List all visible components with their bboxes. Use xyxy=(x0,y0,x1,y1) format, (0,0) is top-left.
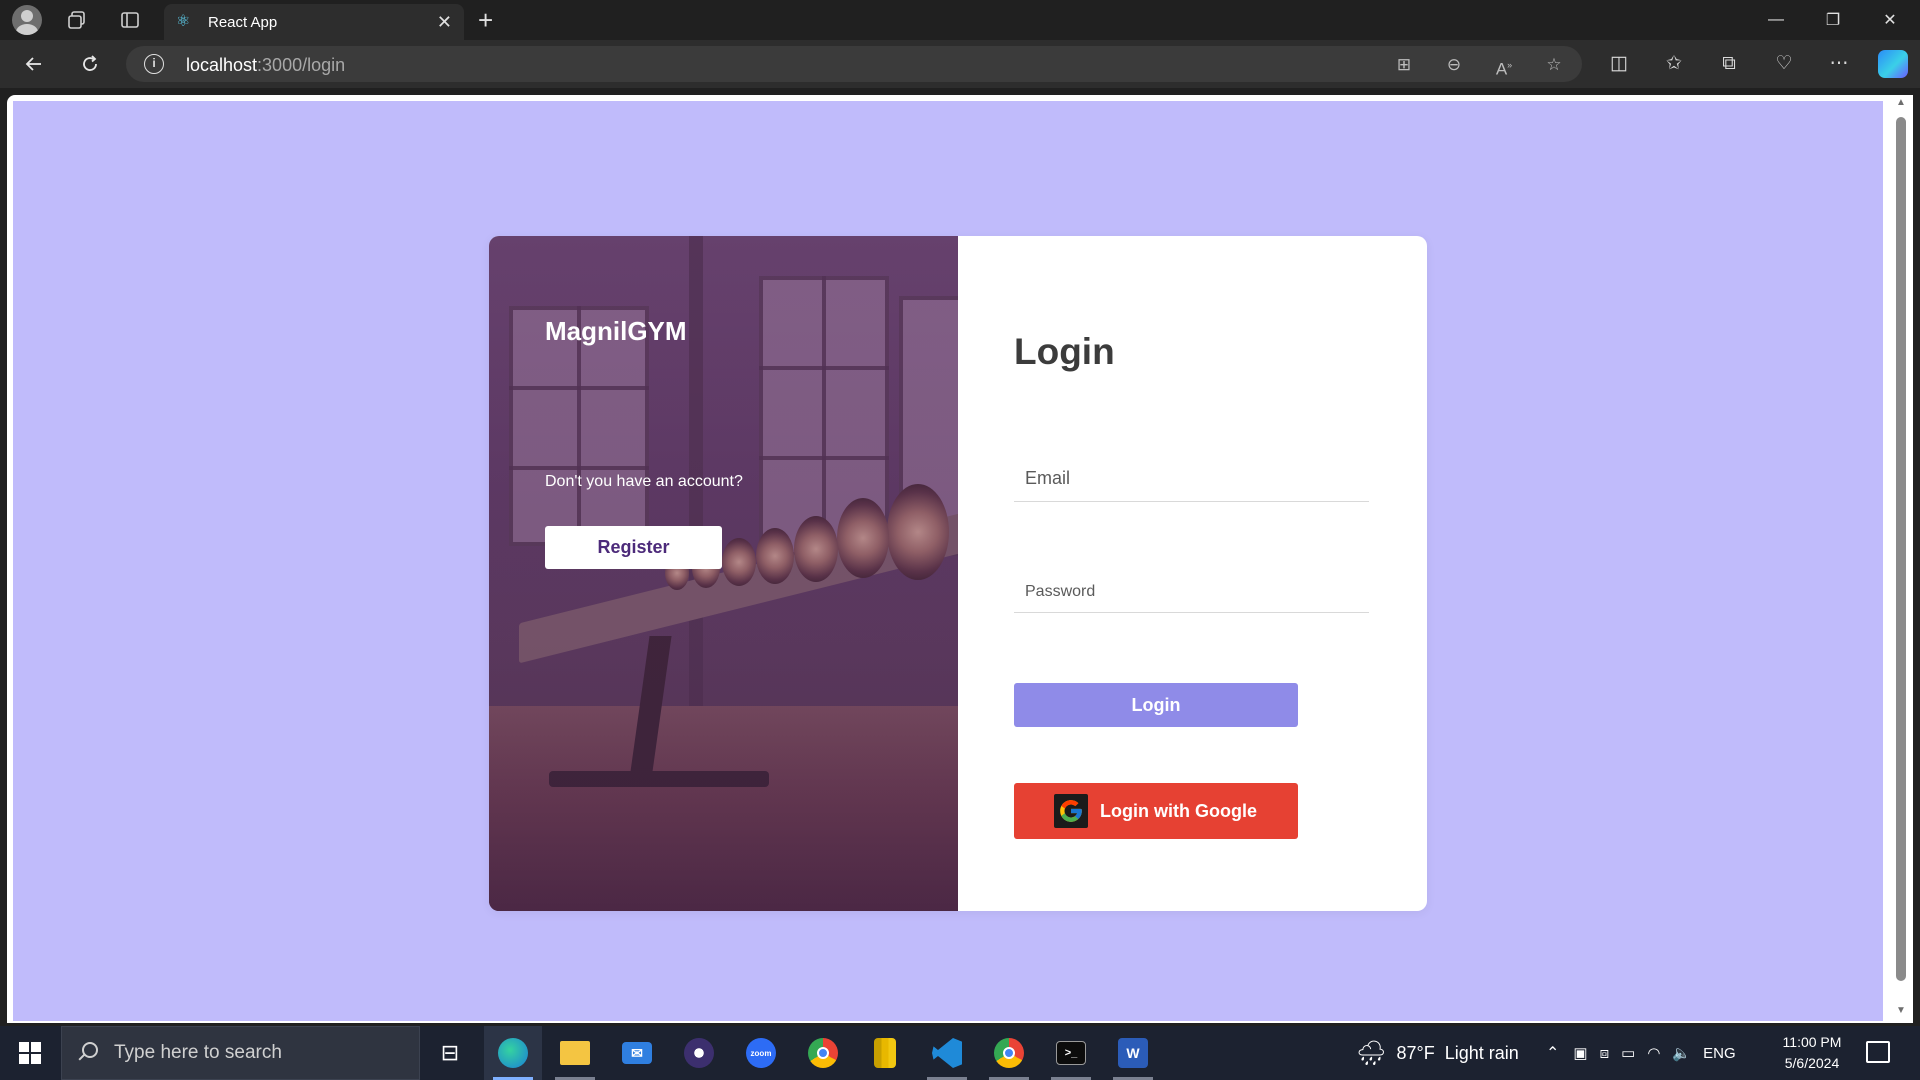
page-background: MagnilGYM Don't you have an account? Reg… xyxy=(13,101,1883,1021)
vertical-tabs-icon[interactable] xyxy=(115,5,145,35)
copilot-icon[interactable] xyxy=(1878,50,1908,78)
file-explorer-icon[interactable] xyxy=(546,1026,604,1080)
email-field[interactable] xyxy=(1014,456,1369,502)
clock[interactable]: 11:00 PM 5/6/2024 xyxy=(1776,1032,1848,1074)
site-info-icon[interactable]: i xyxy=(144,54,164,74)
minimize-icon[interactable]: — xyxy=(1748,0,1804,40)
terminal-icon[interactable]: >_ xyxy=(1042,1026,1100,1080)
web-viewport: MagnilGYM Don't you have an account? Reg… xyxy=(7,95,1888,1023)
eclipse-icon[interactable] xyxy=(670,1026,728,1080)
google-logo-icon xyxy=(1054,794,1088,828)
tab-title: React App xyxy=(208,13,278,31)
google-login-button[interactable]: Login with Google xyxy=(1014,783,1298,839)
windows-logo-icon xyxy=(19,1042,41,1064)
browser-titlebar: ⚛ React App ✕ + — ❐ ✕ xyxy=(0,0,1920,40)
google-login-label: Login with Google xyxy=(1100,800,1257,821)
zoom-icon[interactable]: zoom xyxy=(732,1026,790,1080)
login-card: MagnilGYM Don't you have an account? Reg… xyxy=(489,236,1427,911)
power-bi-icon[interactable] xyxy=(856,1026,914,1080)
windows-taskbar: Type here to search ⊟ ✉ zoom >_ W 🌧 87°F… xyxy=(0,1026,1920,1080)
clock-date: 5/6/2024 xyxy=(1784,1055,1840,1071)
brand-title: MagnilGYM xyxy=(545,316,687,346)
start-button[interactable] xyxy=(0,1026,60,1080)
url-host: localhost xyxy=(186,55,258,75)
scroll-up-arrow-icon[interactable]: ▲ xyxy=(1894,97,1908,108)
browser-navbar: i localhost:3000/login ⊞ ⊖ A» ☆ ◫ ✩ ⧉ ♡ … xyxy=(0,40,1920,88)
window-close-icon[interactable]: ✕ xyxy=(1862,0,1918,40)
taskbar-search-box[interactable]: Type here to search xyxy=(61,1026,420,1080)
weather-condition: Light rain xyxy=(1444,1042,1519,1063)
task-view-icon[interactable]: ⊟ xyxy=(421,1026,479,1080)
close-tab-icon[interactable]: ✕ xyxy=(437,12,452,33)
register-prompt: Don't you have an account? xyxy=(545,473,743,490)
network-drive-icon[interactable]: ⧈ xyxy=(1600,1045,1610,1062)
url-text[interactable]: localhost:3000/login xyxy=(186,55,345,76)
browser-essentials-icon[interactable]: ♡ xyxy=(1768,48,1800,80)
search-icon xyxy=(76,1042,98,1064)
page-scrollbar[interactable]: ▲ ▼ xyxy=(1888,95,1913,1023)
meet-now-icon[interactable]: ▣ xyxy=(1573,1044,1587,1062)
split-screen-icon[interactable]: ◫ xyxy=(1603,48,1635,80)
app-available-icon[interactable]: ⊞ xyxy=(1392,53,1416,77)
restore-icon[interactable]: ❐ xyxy=(1805,0,1861,40)
react-logo-icon: ⚛ xyxy=(176,13,191,30)
rain-cloud-icon: 🌧 xyxy=(1356,1039,1387,1067)
clock-time: 11:00 PM xyxy=(1782,1034,1842,1050)
collections-icon[interactable]: ⧉ xyxy=(1713,48,1745,80)
battery-icon[interactable]: ▭ xyxy=(1621,1044,1635,1062)
chevron-up-icon[interactable]: ⌃ xyxy=(1546,1043,1559,1063)
speaker-icon[interactable]: 🔈 xyxy=(1672,1044,1691,1062)
favorite-star-icon[interactable]: ☆ xyxy=(1542,53,1566,77)
weather-temperature: 87°F xyxy=(1396,1042,1435,1063)
mail-icon[interactable]: ✉ xyxy=(608,1026,666,1080)
system-tray: ⌃ ▣ ⧈ ▭ ◠ 🔈 ENG xyxy=(1546,1026,1736,1080)
edge-taskbar-icon[interactable] xyxy=(484,1026,542,1080)
zoom-out-icon[interactable]: ⊖ xyxy=(1442,53,1466,77)
address-bar[interactable]: i localhost:3000/login ⊞ ⊖ A» ☆ xyxy=(126,46,1582,82)
scrollbar-thumb[interactable] xyxy=(1896,117,1906,981)
login-form: Login Login Login wit xyxy=(958,236,1427,911)
scroll-down-arrow-icon[interactable]: ▼ xyxy=(1894,1005,1908,1016)
workspaces-icon[interactable] xyxy=(62,5,92,35)
search-placeholder: Type here to search xyxy=(114,1042,282,1063)
register-button[interactable]: Register xyxy=(545,526,722,569)
back-icon[interactable] xyxy=(18,48,50,80)
more-menu-icon[interactable]: ⋯ xyxy=(1823,48,1855,80)
word-icon[interactable]: W xyxy=(1104,1026,1162,1080)
new-tab-button[interactable]: + xyxy=(478,5,493,35)
notification-center-icon[interactable] xyxy=(1866,1041,1890,1063)
chrome-profile-icon[interactable] xyxy=(980,1026,1038,1080)
refresh-icon[interactable] xyxy=(74,48,106,80)
chrome-icon[interactable] xyxy=(794,1026,852,1080)
url-path: :3000/login xyxy=(257,55,346,75)
login-title: Login xyxy=(1014,331,1115,372)
language-indicator[interactable]: ENG xyxy=(1703,1045,1736,1062)
gym-hero-image: MagnilGYM Don't you have an account? Reg… xyxy=(489,236,958,911)
vscode-icon[interactable] xyxy=(918,1026,976,1080)
profile-avatar-icon[interactable] xyxy=(12,5,42,35)
favorites-icon[interactable]: ✩ xyxy=(1658,48,1690,80)
browser-tab[interactable]: ⚛ React App ✕ xyxy=(164,4,464,40)
weather-widget[interactable]: 🌧 87°F Light rain xyxy=(1356,1026,1519,1080)
login-button[interactable]: Login xyxy=(1014,683,1298,727)
password-field[interactable] xyxy=(1014,571,1369,613)
read-aloud-icon[interactable]: A» xyxy=(1492,53,1516,79)
viewport-frame: MagnilGYM Don't you have an account? Reg… xyxy=(0,88,1920,1026)
wifi-icon[interactable]: ◠ xyxy=(1647,1044,1660,1062)
